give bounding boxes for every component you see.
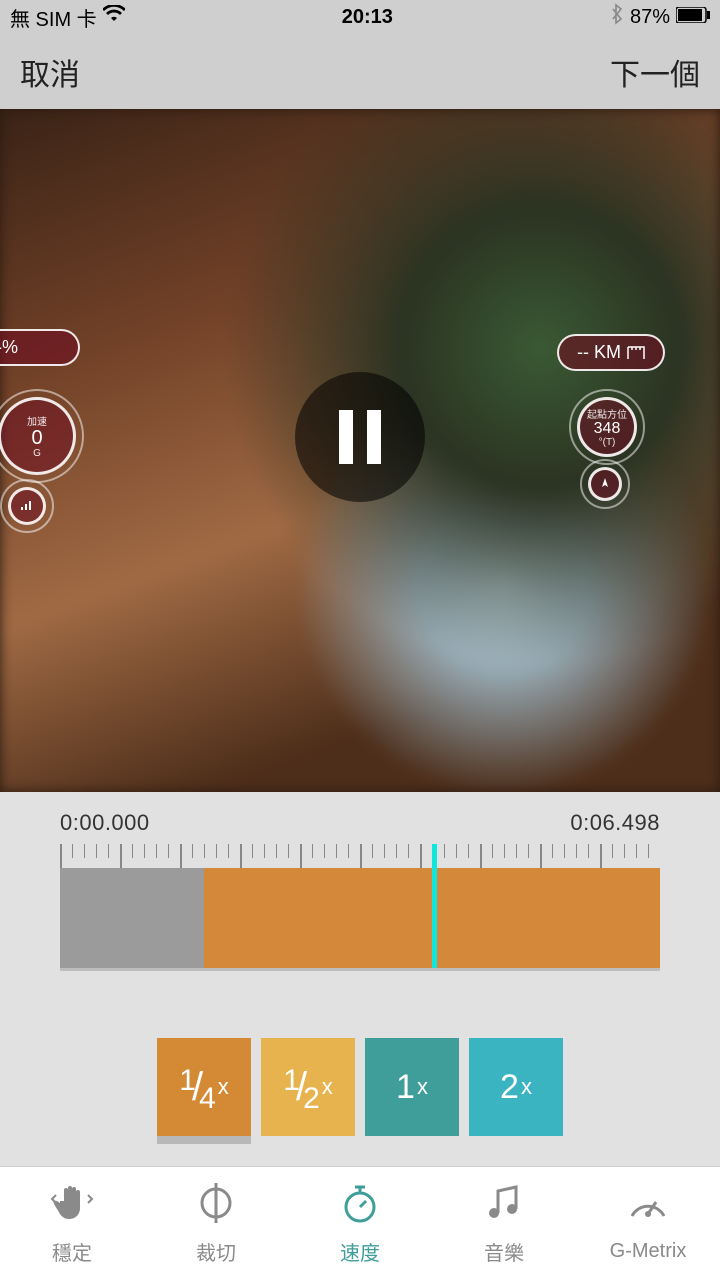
speed-panel: 0:00.000 0:06.498 1/4x 1/2x 1x 2x — [0, 792, 720, 1166]
gauge-icon — [626, 1184, 670, 1234]
overlay-pill-right: -- KM — [557, 334, 665, 371]
battery-pct: 87% — [630, 6, 670, 29]
editor-nav-bar: 取消 下一個 — [0, 34, 720, 109]
play-pause-button[interactable] — [295, 372, 425, 502]
overlay-gauge-small-right — [580, 459, 630, 509]
tab-stabilize[interactable]: 穩定 — [12, 1181, 132, 1266]
tab-speed[interactable]: 速度 — [300, 1181, 420, 1266]
pause-icon — [332, 410, 388, 464]
cancel-button[interactable]: 取消 — [20, 50, 80, 94]
battery-icon — [676, 6, 710, 29]
timeline-end-time: 0:06.498 — [570, 810, 660, 836]
trim-icon — [194, 1181, 238, 1231]
timeline-track[interactable] — [60, 868, 660, 968]
status-bar: 無 SIM 卡 20:13 87% — [0, 0, 720, 34]
speed-2x-button[interactable]: 2x — [469, 1038, 563, 1136]
next-button[interactable]: 下一個 — [610, 50, 700, 94]
tab-gmetrix[interactable]: G-Metrix — [588, 1184, 708, 1263]
hand-icon — [50, 1181, 94, 1231]
speed-button-row: 1/4x 1/2x 1x 2x — [0, 1038, 720, 1136]
tab-label: G-Metrix — [610, 1240, 687, 1263]
stopwatch-icon — [338, 1181, 382, 1231]
video-preview[interactable]: --% 加速 0 G -- KM 起點方位 348 °(T) — [0, 109, 720, 792]
timeline-ruler — [60, 844, 660, 868]
overlay-gauge-heading: 起點方位 348 °(T) — [569, 389, 645, 465]
tab-music[interactable]: 音樂 — [444, 1181, 564, 1266]
tab-label: 音樂 — [484, 1237, 524, 1266]
tab-label: 速度 — [340, 1237, 380, 1266]
overlay-gauge-small-left — [0, 479, 54, 533]
clock-text: 20:13 — [342, 6, 393, 29]
carrier-text: 無 SIM 卡 — [10, 3, 97, 32]
overlay-gauge-gforce: 加速 0 G — [0, 389, 84, 483]
tab-label: 裁切 — [196, 1237, 236, 1266]
timeline-playhead[interactable] — [432, 844, 437, 968]
tab-trim[interactable]: 裁切 — [156, 1181, 276, 1266]
wifi-icon — [103, 5, 125, 29]
editor-tab-bar: 穩定 裁切 速度 音樂 G-Metrix — [0, 1166, 720, 1280]
timeline-segment-processed — [60, 868, 204, 968]
music-icon — [482, 1181, 526, 1231]
speed-half-button[interactable]: 1/2x — [261, 1038, 355, 1136]
speed-quarter-button[interactable]: 1/4x — [157, 1038, 251, 1136]
timeline-start-time: 0:00.000 — [60, 810, 150, 836]
tab-label: 穩定 — [52, 1237, 92, 1266]
bluetooth-icon — [610, 3, 624, 31]
overlay-pill-left: --% — [0, 329, 80, 366]
speed-1x-button[interactable]: 1x — [365, 1038, 459, 1136]
